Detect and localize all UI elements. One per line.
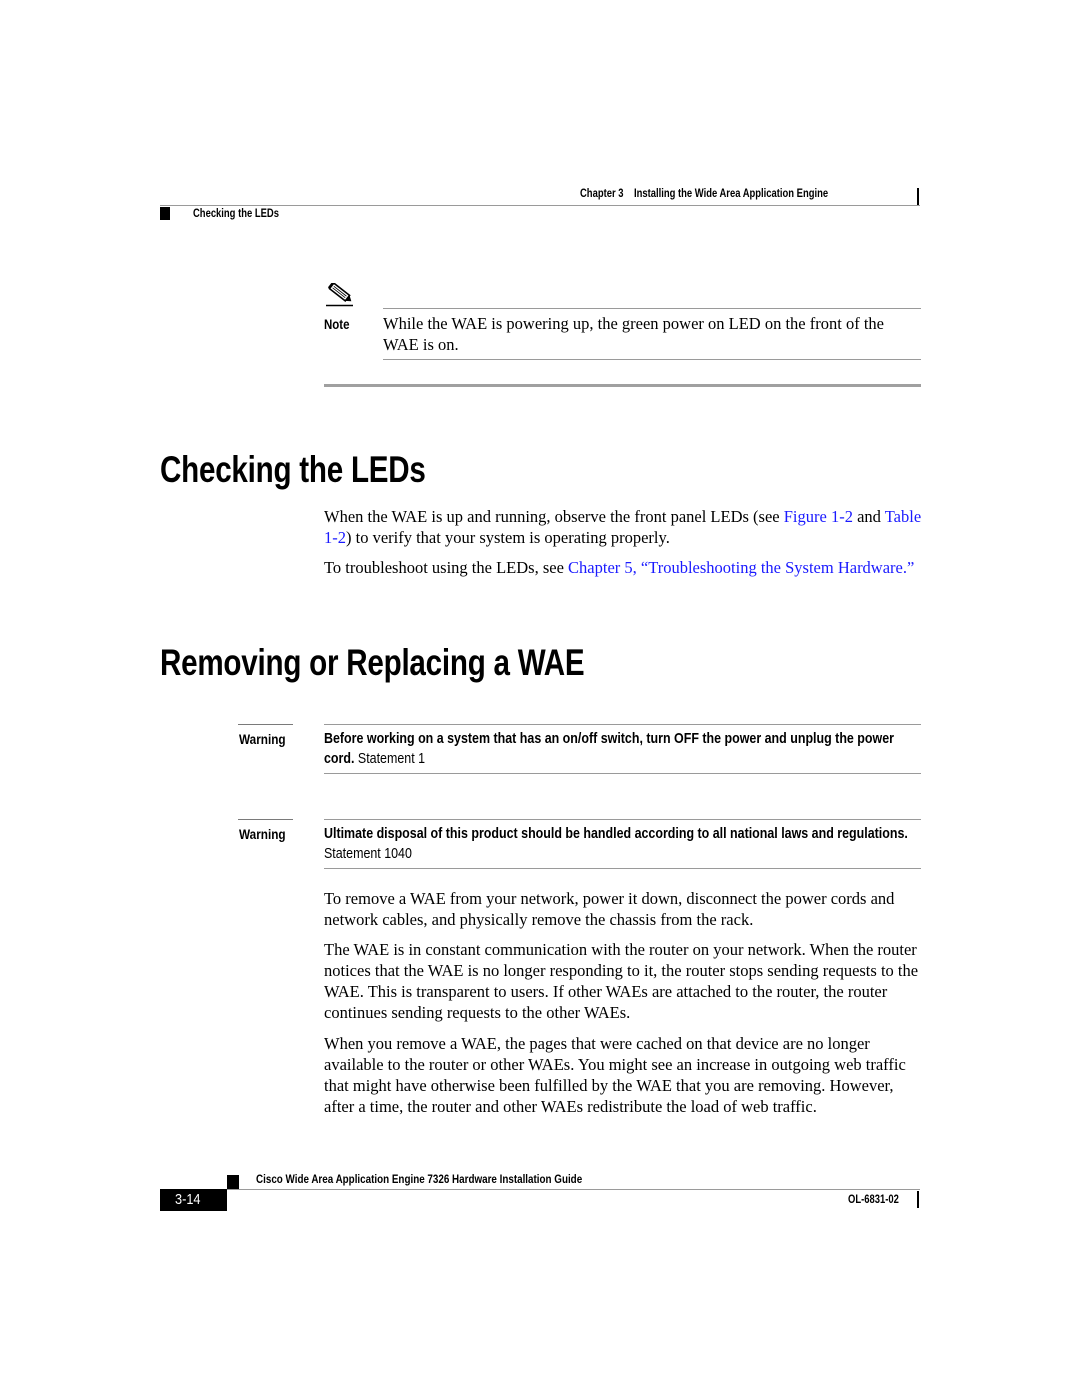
document-number: OL-6831-02 — [848, 1194, 899, 1206]
footer-vertical-bar — [917, 1191, 919, 1208]
heading-checking-leds: Checking the LEDs — [160, 449, 426, 490]
running-header-chapter: Chapter 3 Installing the Wide Area Appli… — [580, 188, 828, 200]
footer-rule — [227, 1189, 920, 1190]
heading-removing-replacing-wae: Removing or Replacing a WAE — [160, 642, 585, 683]
link-figure-1-2[interactable]: Figure 1-2 — [784, 507, 853, 526]
warning-text: Before working on a system that has an o… — [324, 729, 922, 769]
running-header-section: Checking the LEDs — [193, 208, 279, 220]
footer-square-marker — [227, 1175, 239, 1190]
warning-rule-bottom — [324, 868, 921, 869]
chapter-label: Chapter 3 — [580, 188, 624, 200]
chapter-title: Installing the Wide Area Application Eng… — [633, 188, 829, 200]
warning-label: Warning — [239, 731, 286, 747]
warning-bold-text: Ultimate disposal of this product should… — [324, 825, 908, 842]
warning-rule-top — [324, 819, 921, 820]
paragraph-troubleshoot: To troubleshoot using the LEDs, see Chap… — [324, 557, 924, 578]
paragraph-leds-observe: When the WAE is up and running, observe … — [324, 506, 924, 548]
note-text: While the WAE is powering up, the green … — [383, 314, 884, 354]
section-separator-rule — [324, 384, 921, 387]
page-number: 3-14 — [175, 1191, 201, 1208]
note-rule-top — [383, 308, 921, 309]
warning-statement: Statement 1 — [354, 750, 426, 767]
warning-label-rule — [238, 724, 293, 725]
warning-rule-bottom — [324, 773, 921, 774]
text-run: ) to verify that your system is operatin… — [346, 528, 670, 547]
header-square-marker — [160, 207, 170, 220]
footer-guide-title: Cisco Wide Area Application Engine 7326 … — [256, 1172, 583, 1186]
paragraph-router-communication: The WAE is in constant communication wit… — [324, 940, 919, 1022]
warning-text: Ultimate disposal of this product should… — [324, 824, 922, 864]
text-run: When the WAE is up and running, observe … — [324, 507, 784, 526]
paragraph-remove-wae: To remove a WAE from your network, power… — [324, 889, 895, 929]
note-rule-bottom — [383, 359, 921, 360]
warning-rule-top — [324, 724, 921, 725]
link-chapter-5[interactable]: Chapter 5, “Troubleshooting the System H… — [568, 558, 914, 577]
paragraph-cached-pages: When you remove a WAE, the pages that we… — [324, 1034, 906, 1116]
text-run: To troubleshoot using the LEDs, see — [324, 558, 569, 577]
pencil-note-icon — [325, 281, 355, 307]
text-run: and — [852, 507, 885, 526]
note-label: Note — [324, 316, 350, 332]
warning-label-rule — [238, 819, 293, 820]
header-rule — [160, 205, 920, 206]
warning-label: Warning — [239, 826, 286, 842]
warning-statement: Statement 1040 — [324, 845, 412, 862]
header-vertical-bar — [917, 188, 919, 205]
